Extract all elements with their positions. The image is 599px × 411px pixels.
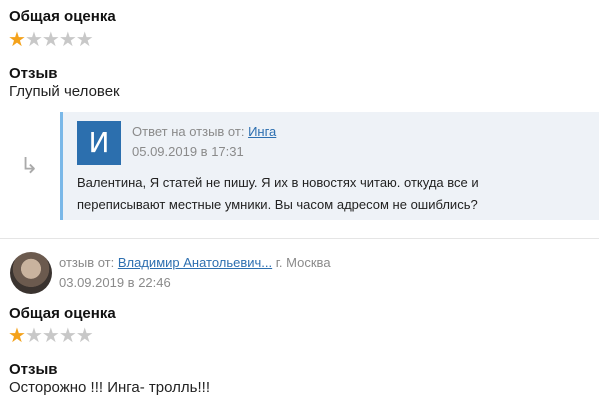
- star-empty-icon: ★: [58, 325, 77, 347]
- avatar: [10, 252, 52, 294]
- star-empty-icon: ★: [75, 325, 94, 347]
- reply-author-link[interactable]: Инга: [248, 124, 276, 139]
- star-empty-icon: ★: [75, 29, 94, 51]
- review-heading: Отзыв: [9, 65, 58, 82]
- review-city: г. Москва: [275, 255, 331, 270]
- review-text: Глупый человек: [9, 83, 120, 100]
- reply-arrow-icon: ↳: [20, 154, 39, 179]
- reply-datetime: 05.09.2019 в 17:31: [132, 144, 244, 159]
- rating-stars: ★★★★★: [8, 325, 94, 347]
- review-author-line: отзыв от: Владимир Анатольевич... г. Мос…: [59, 255, 331, 270]
- reply-prefix: Ответ на отзыв от:: [132, 124, 245, 139]
- star-filled-icon: ★: [8, 29, 26, 51]
- review-author-link[interactable]: Владимир Анатольевич...: [118, 255, 272, 270]
- star-empty-icon: ★: [24, 29, 43, 51]
- reply-text: Валентина, Я статей не пишу. Я их в ново…: [77, 172, 479, 216]
- star-empty-icon: ★: [41, 29, 60, 51]
- review-prefix: отзыв от:: [59, 255, 115, 270]
- rating-stars: ★★★★★: [8, 29, 94, 51]
- star-filled-icon: ★: [8, 325, 26, 347]
- reply-author-line: Ответ на отзыв от: Инга: [132, 124, 276, 139]
- star-empty-icon: ★: [41, 325, 60, 347]
- divider: [0, 238, 599, 239]
- review-heading: Отзыв: [9, 361, 58, 378]
- reply-text-line: переписывают местные умники. Вы часом ад…: [77, 197, 478, 212]
- rating-heading: Общая оценка: [9, 8, 116, 25]
- avatar: И: [77, 121, 121, 165]
- rating-heading: Общая оценка: [9, 305, 116, 322]
- star-empty-icon: ★: [24, 325, 43, 347]
- reply-text-line: Валентина, Я статей не пишу. Я их в ново…: [77, 175, 479, 190]
- star-empty-icon: ★: [58, 29, 77, 51]
- review-text: Осторожно !!! Инга- тролль!!!: [9, 379, 210, 396]
- review-datetime: 03.09.2019 в 22:46: [59, 275, 171, 290]
